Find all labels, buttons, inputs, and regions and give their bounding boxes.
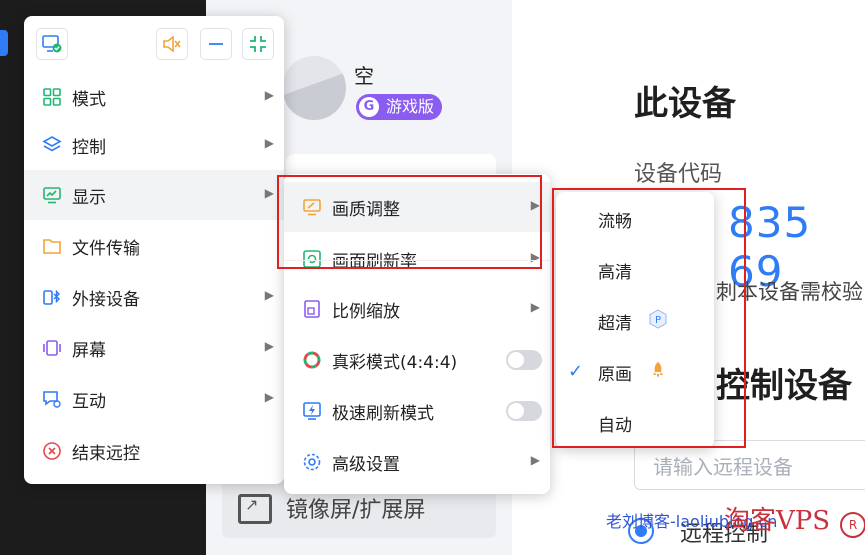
menu-item-scale[interactable]: 比例缩放 ▶ (284, 284, 550, 334)
fast-refresh-toggle[interactable] (506, 401, 542, 421)
chevron-right-icon: ▶ (264, 288, 274, 302)
watermark-brand: 淘客VPS (724, 506, 831, 536)
chevron-right-icon: ▶ (264, 339, 274, 353)
mirror-screen-icon (238, 494, 272, 524)
screens-icon (43, 340, 61, 356)
menu-item-screen[interactable]: 屏幕 ▶ (24, 323, 284, 373)
menu-item-display[interactable]: 显示 ▶ (24, 170, 284, 220)
menu-item-label: 比例缩放 (332, 302, 400, 322)
lightning-screen-icon (303, 402, 321, 420)
collapse-icon (250, 36, 266, 52)
menu-item-label: 模式 (72, 90, 106, 110)
highlight-box-display-options (277, 175, 542, 269)
chevron-right-icon: ▶ (264, 136, 274, 150)
menu-item-advanced-settings[interactable]: 高级设置 ▶ (284, 437, 550, 487)
scale-icon (304, 300, 320, 318)
mute-button[interactable] (156, 28, 188, 60)
menu-item-interaction[interactable]: 互动 ▶ (24, 374, 284, 424)
chevron-right-icon: ▶ (530, 453, 540, 467)
chart-screen-icon (43, 187, 61, 204)
username: 空 (354, 64, 374, 88)
highlight-box-quality-options (552, 188, 746, 448)
true-color-toggle[interactable] (506, 350, 542, 370)
menu-item-label: 高级设置 (332, 455, 400, 475)
chevron-right-icon: ▶ (530, 300, 540, 314)
menu-item-label: 互动 (72, 392, 106, 412)
menu-item-label: 屏幕 (72, 341, 106, 361)
menu-item-external-device[interactable]: 外接设备 ▶ (24, 272, 284, 322)
menu-item-label: 文件传输 (72, 239, 140, 259)
close-circle-icon (43, 442, 61, 460)
avatar[interactable] (282, 56, 346, 120)
menu-item-end-remote[interactable]: 结束远控 (24, 426, 284, 476)
device-code-label: 设备代码 (634, 162, 723, 187)
edition-badge: G 游戏版 (356, 94, 443, 120)
gear-icon (303, 453, 321, 471)
app-edge-tab (0, 30, 8, 56)
grid-icon (43, 88, 61, 106)
layers-icon (42, 136, 62, 152)
minus-icon (209, 43, 223, 45)
color-wheel-icon (303, 351, 321, 369)
bluetooth-device-icon (43, 289, 60, 305)
mirror-screen-label: 镜像屏/扩展屏 (286, 498, 426, 523)
registered-mark-icon: R (840, 512, 865, 538)
menu-item-label: 极速刷新模式 (332, 404, 434, 424)
menu-item-control[interactable]: 控制 ▶ (24, 120, 284, 170)
game-edition-icon: G (359, 97, 379, 117)
chevron-right-icon: ▶ (264, 88, 274, 102)
chevron-right-icon: ▶ (264, 390, 274, 404)
menu-item-label: 外接设备 (72, 290, 140, 310)
monitor-check-icon (42, 35, 62, 53)
chevron-right-icon: ▶ (264, 186, 274, 200)
menu-item-label: 控制 (72, 138, 106, 158)
minimize-button[interactable] (200, 28, 232, 60)
remote-toolbar-menu: 模式 ▶ 控制 ▶ 显示 ▶ 文件传输 外接设备 ▶ 屏幕 ▶ 互动 ▶ 结束远… (24, 16, 284, 484)
edition-badge-label: 游戏版 (386, 97, 435, 116)
menu-item-mode[interactable]: 模式 ▶ (24, 72, 284, 122)
menu-item-label: 显示 (72, 188, 106, 208)
remote-device-placeholder: 请输入远程设备 (653, 455, 793, 479)
screen-status-button[interactable] (36, 28, 68, 60)
menu-item-file-transfer[interactable]: 文件传输 (24, 221, 284, 271)
chat-icon (43, 391, 61, 408)
menu-item-true-color[interactable]: 真彩模式(4:4:4) (284, 335, 550, 385)
menu-item-fast-refresh[interactable]: 极速刷新模式 (284, 386, 550, 436)
speaker-muted-icon (163, 35, 181, 53)
folder-icon (43, 239, 61, 254)
collapse-button[interactable] (242, 28, 274, 60)
menu-item-label: 结束远控 (72, 444, 140, 464)
menu-item-label: 真彩模式(4:4:4) (332, 353, 458, 373)
device-section-title: 此设备 (634, 84, 736, 124)
